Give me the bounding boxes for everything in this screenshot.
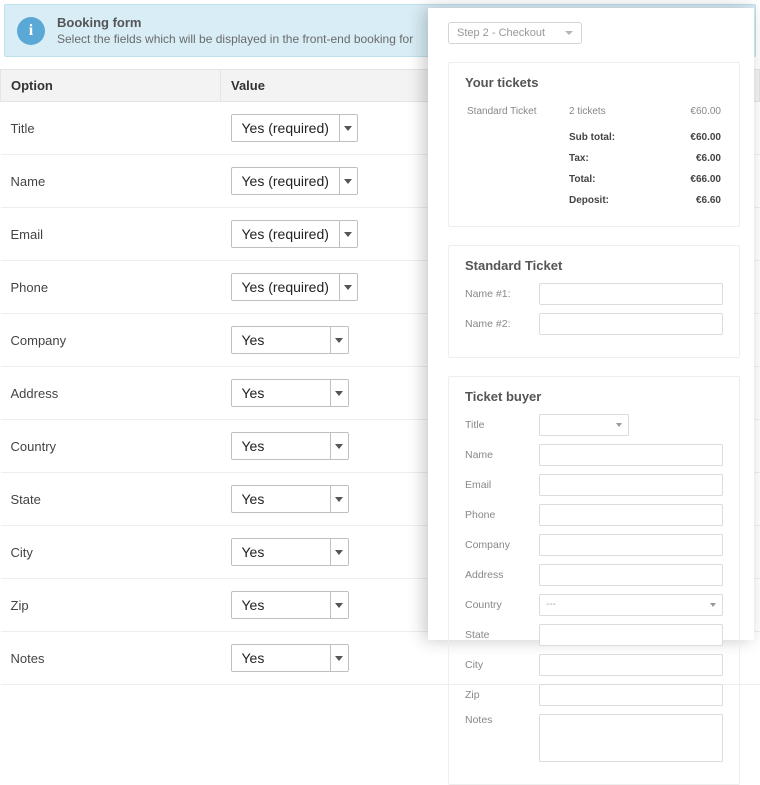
subtotal-value: €60.00: [646, 123, 721, 147]
option-select-value: Yes (required): [232, 221, 339, 247]
chevron-down-icon[interactable]: [330, 539, 348, 565]
tickets-summary-table: Standard Ticket 2 tickets €60.00 Sub tot…: [465, 100, 723, 212]
option-select[interactable]: Yes (required): [231, 167, 358, 195]
buyer-notes-label: Notes: [465, 714, 539, 726]
option-select[interactable]: Yes: [231, 644, 349, 672]
buyer-notes-input[interactable]: [539, 714, 723, 762]
chevron-down-icon[interactable]: [330, 433, 348, 459]
ticket-item-total: €60.00: [646, 102, 721, 121]
name2-input[interactable]: [539, 313, 723, 335]
chevron-down-icon[interactable]: [339, 115, 357, 141]
option-label: Notes: [1, 632, 221, 685]
ticket-buyer-card: Ticket buyer Title Name Email Phone Comp…: [448, 376, 740, 785]
preview-panel: Step 2 - Checkout Your tickets Standard …: [428, 8, 754, 640]
option-label: Title: [1, 102, 221, 155]
name1-label: Name #1:: [465, 288, 539, 300]
buyer-state-input[interactable]: [539, 624, 723, 646]
buyer-zip-input[interactable]: [539, 684, 723, 706]
option-select[interactable]: Yes (required): [231, 114, 358, 142]
step-select[interactable]: Step 2 - Checkout: [448, 22, 582, 44]
option-select-value: Yes: [232, 486, 330, 512]
chevron-down-icon[interactable]: [330, 327, 348, 353]
option-select-value: Yes: [232, 327, 330, 353]
col-option: Option: [1, 70, 221, 102]
chevron-down-icon[interactable]: [339, 221, 357, 247]
deposit-value: €6.60: [646, 191, 721, 210]
your-tickets-heading: Your tickets: [465, 75, 723, 90]
option-label: Country: [1, 420, 221, 473]
name1-input[interactable]: [539, 283, 723, 305]
buyer-email-input[interactable]: [539, 474, 723, 496]
option-select[interactable]: Yes (required): [231, 273, 358, 301]
total-value: €66.00: [646, 170, 721, 189]
tax-value: €6.00: [646, 149, 721, 168]
buyer-company-label: Company: [465, 539, 539, 551]
option-select[interactable]: Yes (required): [231, 220, 358, 248]
option-select-value: Yes: [232, 592, 330, 618]
option-label: Company: [1, 314, 221, 367]
buyer-country-label: Country: [465, 599, 539, 611]
option-select[interactable]: Yes: [231, 432, 349, 460]
tax-label: Tax:: [569, 149, 644, 168]
buyer-address-input[interactable]: [539, 564, 723, 586]
your-tickets-card: Your tickets Standard Ticket 2 tickets €…: [448, 62, 740, 227]
chevron-down-icon[interactable]: [330, 645, 348, 671]
ticket-item-name: Standard Ticket: [467, 102, 567, 121]
buyer-email-label: Email: [465, 479, 539, 491]
chevron-down-icon[interactable]: [330, 592, 348, 618]
option-label: Email: [1, 208, 221, 261]
buyer-name-input[interactable]: [539, 444, 723, 466]
ticket-buyer-heading: Ticket buyer: [465, 389, 723, 404]
buyer-company-input[interactable]: [539, 534, 723, 556]
buyer-address-label: Address: [465, 569, 539, 581]
option-select[interactable]: Yes: [231, 591, 349, 619]
option-label: Name: [1, 155, 221, 208]
option-label: Zip: [1, 579, 221, 632]
buyer-city-input[interactable]: [539, 654, 723, 676]
option-select-value: Yes: [232, 380, 330, 406]
option-select-value: Yes (required): [232, 274, 339, 300]
option-select-value: Yes (required): [232, 168, 339, 194]
option-select-value: Yes: [232, 645, 330, 671]
option-select[interactable]: Yes: [231, 538, 349, 566]
buyer-zip-label: Zip: [465, 689, 539, 701]
buyer-city-label: City: [465, 659, 539, 671]
option-label: Phone: [1, 261, 221, 314]
option-select-value: Yes (required): [232, 115, 339, 141]
chevron-down-icon[interactable]: [339, 274, 357, 300]
chevron-down-icon[interactable]: [330, 486, 348, 512]
buyer-state-label: State: [465, 629, 539, 641]
option-label: City: [1, 526, 221, 579]
option-label: Address: [1, 367, 221, 420]
buyer-phone-input[interactable]: [539, 504, 723, 526]
total-label: Total:: [569, 170, 644, 189]
option-select[interactable]: Yes: [231, 379, 349, 407]
buyer-country-select[interactable]: ---: [539, 594, 723, 616]
chevron-down-icon[interactable]: [330, 380, 348, 406]
step-select-label: Step 2 - Checkout: [457, 27, 545, 39]
option-select[interactable]: Yes: [231, 326, 349, 354]
info-icon: i: [17, 17, 45, 45]
name2-label: Name #2:: [465, 318, 539, 330]
standard-ticket-heading: Standard Ticket: [465, 258, 723, 273]
chevron-down-icon[interactable]: [339, 168, 357, 194]
buyer-title-select[interactable]: [539, 414, 629, 436]
standard-ticket-card: Standard Ticket Name #1: Name #2:: [448, 245, 740, 358]
buyer-phone-label: Phone: [465, 509, 539, 521]
deposit-label: Deposit:: [569, 191, 644, 210]
option-label: State: [1, 473, 221, 526]
buyer-title-label: Title: [465, 419, 539, 431]
option-select[interactable]: Yes: [231, 485, 349, 513]
buyer-name-label: Name: [465, 449, 539, 461]
option-select-value: Yes: [232, 433, 330, 459]
option-select-value: Yes: [232, 539, 330, 565]
ticket-item-qty: 2 tickets: [569, 102, 644, 121]
subtotal-label: Sub total:: [569, 123, 644, 147]
